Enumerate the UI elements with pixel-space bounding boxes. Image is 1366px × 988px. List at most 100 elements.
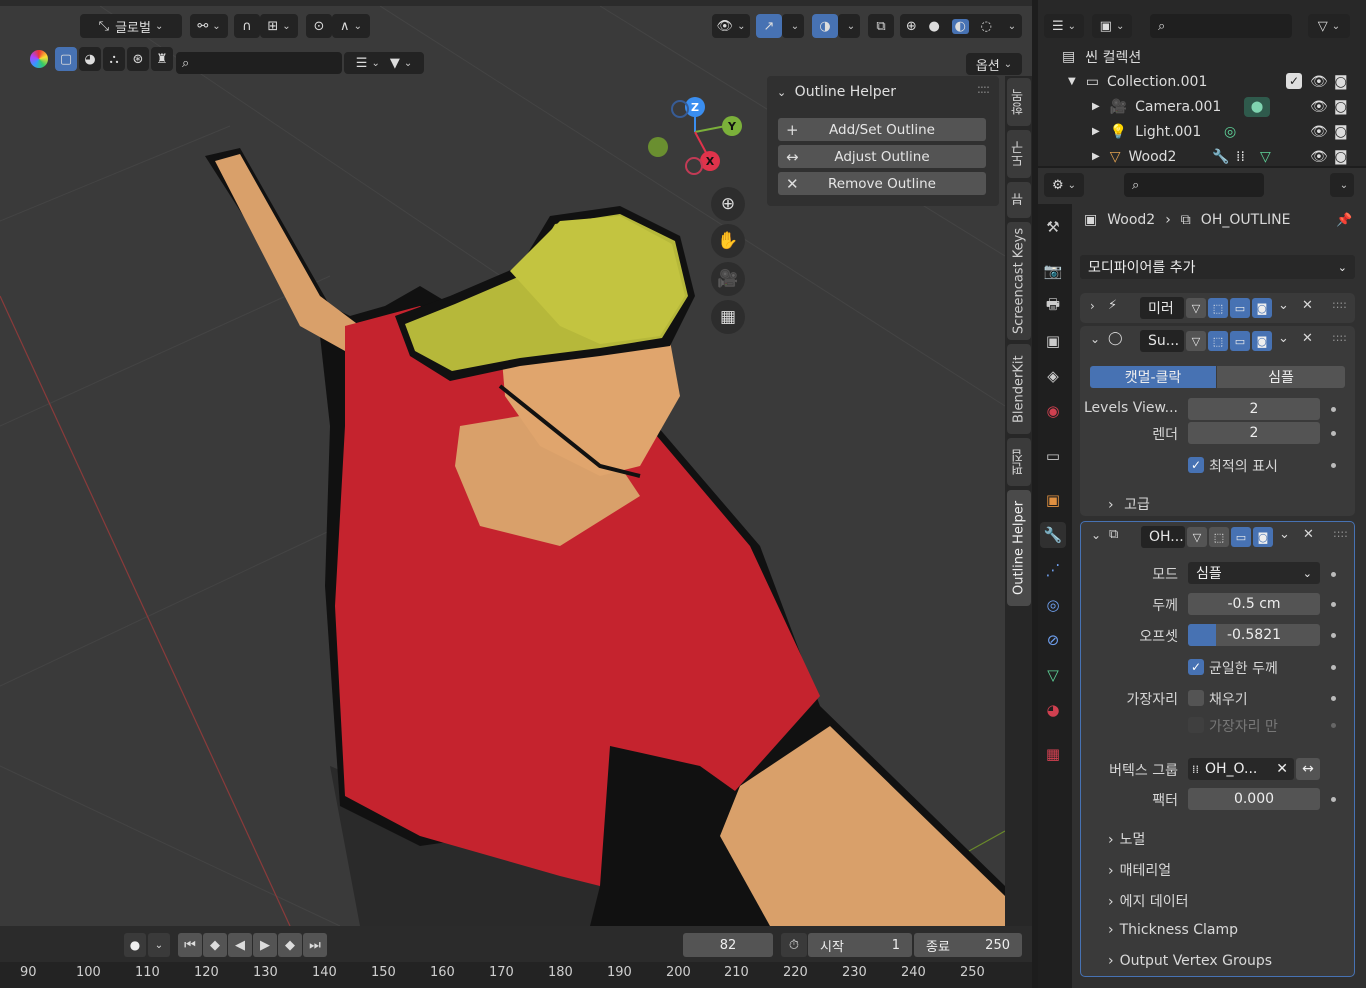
output-tab-icon[interactable]: 🖶: [1040, 293, 1066, 319]
scene-tab-icon[interactable]: ◈: [1040, 363, 1066, 389]
tab-blenderkit[interactable]: BlenderKit: [1007, 344, 1031, 434]
properties-editor-type-dropdown[interactable]: ⚙ ⌄: [1044, 173, 1084, 197]
eye-icon[interactable]: 👁: [1310, 74, 1328, 90]
record-button[interactable]: ●: [124, 933, 146, 957]
editmode-cage-icon[interactable]: ▽: [1186, 298, 1206, 318]
asset-filter-dropdown[interactable]: ☰ ⌄ ▼ ⌄: [344, 52, 424, 74]
asset-type-material-button[interactable]: ◕: [79, 47, 101, 71]
keyframe-dot-icon[interactable]: [1331, 431, 1336, 436]
editmode-cage-icon[interactable]: ▽: [1186, 331, 1206, 351]
outliner-row-mesh[interactable]: ▶ ▽ Wood2 🔧 ⁞⁞ ▽ 👁 ◙: [1038, 144, 1366, 169]
outliner-row-light[interactable]: ▶ 💡 Light.001 ◎ 👁 ◙: [1038, 119, 1366, 144]
outline-helper-panel-header[interactable]: ⌄ Outline Helper: [777, 84, 896, 100]
outliner-filter-dropdown[interactable]: ▽ ⌄: [1308, 14, 1350, 38]
normals-subpanel-header[interactable]: › 노멀: [1108, 829, 1145, 849]
perspective-toggle-button[interactable]: ▦: [711, 300, 745, 334]
outliner-search-input[interactable]: ⌕: [1150, 14, 1292, 38]
gizmo-toggle[interactable]: ↗: [756, 14, 782, 38]
jump-end-button[interactable]: ⏭: [303, 933, 327, 957]
render-levels-field[interactable]: 2: [1188, 422, 1320, 444]
camera-data-icon[interactable]: ⬤: [1244, 96, 1270, 117]
drag-handle-icon[interactable]: ::::: [977, 82, 990, 96]
asset-search-input[interactable]: ⌕: [176, 52, 342, 74]
wireframe-shading-icon[interactable]: ⊕: [906, 19, 917, 34]
disclosure-closed-icon[interactable]: ▶: [1092, 151, 1100, 162]
options-dropdown[interactable]: 옵션 ⌄: [966, 53, 1022, 75]
snap-toggle[interactable]: ∩: [234, 14, 260, 38]
editmode-cage-icon[interactable]: ▽: [1187, 527, 1207, 547]
proportional-edit-toggle[interactable]: ⊙: [306, 14, 332, 38]
keyframe-dot-icon[interactable]: [1331, 633, 1336, 638]
overlay-toggle[interactable]: ◑: [812, 14, 838, 38]
pan-button[interactable]: ✋: [711, 224, 745, 258]
mode-dropdown[interactable]: 심플 ⌄: [1188, 562, 1320, 584]
keying-dropdown[interactable]: ⌄: [148, 933, 170, 957]
overlay-dropdown[interactable]: ⌄: [838, 14, 860, 38]
asset-type-model-button[interactable]: ▢: [55, 47, 77, 71]
xray-toggle[interactable]: ⧉: [868, 14, 894, 38]
prev-keyframe-button[interactable]: ◆: [203, 933, 227, 957]
subsurf-name-field[interactable]: Su...: [1140, 330, 1184, 352]
editmode-toggle-icon[interactable]: ⬚: [1209, 527, 1229, 547]
close-icon[interactable]: ✕: [1303, 527, 1314, 542]
keyframe-dot-icon[interactable]: [1331, 572, 1336, 577]
close-icon[interactable]: ✕: [1276, 761, 1288, 777]
tool-tab-icon[interactable]: ⚒: [1040, 214, 1066, 240]
tab-outline-helper[interactable]: Outline Helper: [1007, 490, 1031, 606]
play-button[interactable]: ▶: [253, 933, 277, 957]
display-mode-dropdown[interactable]: ▣ ⌄: [1092, 14, 1132, 38]
constraints-tab-icon[interactable]: ⊘: [1040, 627, 1066, 653]
rim-only-checkbox[interactable]: [1188, 717, 1204, 733]
tab-item[interactable]: 항목: [1007, 78, 1031, 126]
pin-icon[interactable]: 📌: [1336, 213, 1352, 228]
disclosure-open-icon[interactable]: ▼: [1068, 76, 1076, 87]
chevron-down-icon[interactable]: ⌄: [1008, 21, 1016, 32]
tab-view[interactable]: 뷰: [1007, 182, 1031, 218]
outliner-row-collection[interactable]: ▼ ▭ Collection.001 ✓ 👁 ◙: [1038, 69, 1366, 94]
render-tab-icon[interactable]: 📷: [1040, 258, 1066, 284]
render-toggle-icon[interactable]: ◙: [1252, 331, 1272, 351]
vertex-group-icon[interactable]: ⁞⁞: [1236, 149, 1245, 165]
chevron-down-icon[interactable]: ⌄: [1278, 331, 1289, 346]
rim-fill-checkbox[interactable]: [1188, 690, 1204, 706]
output-vertex-groups-subpanel-header[interactable]: › Output Vertex Groups: [1108, 953, 1272, 969]
outliner-editor-type-dropdown[interactable]: ☰ ⌄: [1044, 14, 1084, 38]
data-tab-icon[interactable]: ▽: [1040, 662, 1066, 688]
chevron-down-icon[interactable]: ⌄: [1278, 298, 1289, 313]
factor-field[interactable]: 0.000: [1188, 788, 1320, 810]
tab-screencast-keys[interactable]: Screencast Keys: [1007, 222, 1031, 340]
disclosure-closed-icon[interactable]: ›: [1090, 299, 1095, 313]
drag-handle-icon[interactable]: ::::: [1332, 331, 1347, 344]
solidify-name-field[interactable]: OH...: [1141, 526, 1185, 548]
disclosure-closed-icon[interactable]: ▶: [1092, 101, 1100, 112]
materials-subpanel-header[interactable]: › 매테리얼: [1108, 860, 1171, 880]
camera-render-icon[interactable]: ◙: [1334, 99, 1348, 115]
adjust-outline-button[interactable]: ↔ Adjust Outline: [778, 145, 986, 168]
blenderkit-logo-icon[interactable]: [30, 50, 48, 68]
camera-render-icon[interactable]: ◙: [1334, 149, 1348, 165]
gizmo-neg-x-axis[interactable]: [685, 157, 703, 175]
end-frame-field[interactable]: 종료 250: [914, 933, 1022, 957]
edge-data-subpanel-header[interactable]: › 에지 데이터: [1108, 891, 1188, 911]
jump-start-button[interactable]: ⏮: [178, 933, 202, 957]
eye-icon[interactable]: 👁: [1310, 124, 1328, 140]
visibility-dropdown[interactable]: 👁 ⌄: [712, 14, 750, 38]
start-frame-field[interactable]: 시작 1: [808, 933, 912, 957]
disclosure-open-icon[interactable]: ⌄: [1091, 528, 1101, 542]
thickness-field[interactable]: -0.5 cm: [1188, 593, 1320, 615]
eye-icon[interactable]: 👁: [1310, 149, 1328, 165]
editmode-toggle-icon[interactable]: ⬚: [1208, 331, 1228, 351]
camera-view-button[interactable]: 🎥: [711, 262, 745, 296]
disclosure-open-icon[interactable]: ⌄: [1090, 332, 1100, 346]
properties-search-input[interactable]: ⌕: [1124, 173, 1264, 197]
drag-handle-icon[interactable]: ::::: [1333, 527, 1348, 540]
tab-edit[interactable]: 편집: [1007, 438, 1031, 486]
disclosure-closed-icon[interactable]: ▶: [1092, 126, 1100, 137]
drag-handle-icon[interactable]: ::::: [1332, 298, 1347, 311]
close-icon[interactable]: ✕: [1302, 331, 1313, 346]
collection-tab-icon[interactable]: ▭: [1040, 443, 1066, 469]
offset-slider[interactable]: -0.5821: [1188, 624, 1320, 646]
tab-tool[interactable]: 도구: [1007, 130, 1031, 178]
asset-type-hdr-button[interactable]: ⊛: [127, 47, 149, 71]
preview-range-toggle[interactable]: ⏱: [781, 933, 807, 957]
